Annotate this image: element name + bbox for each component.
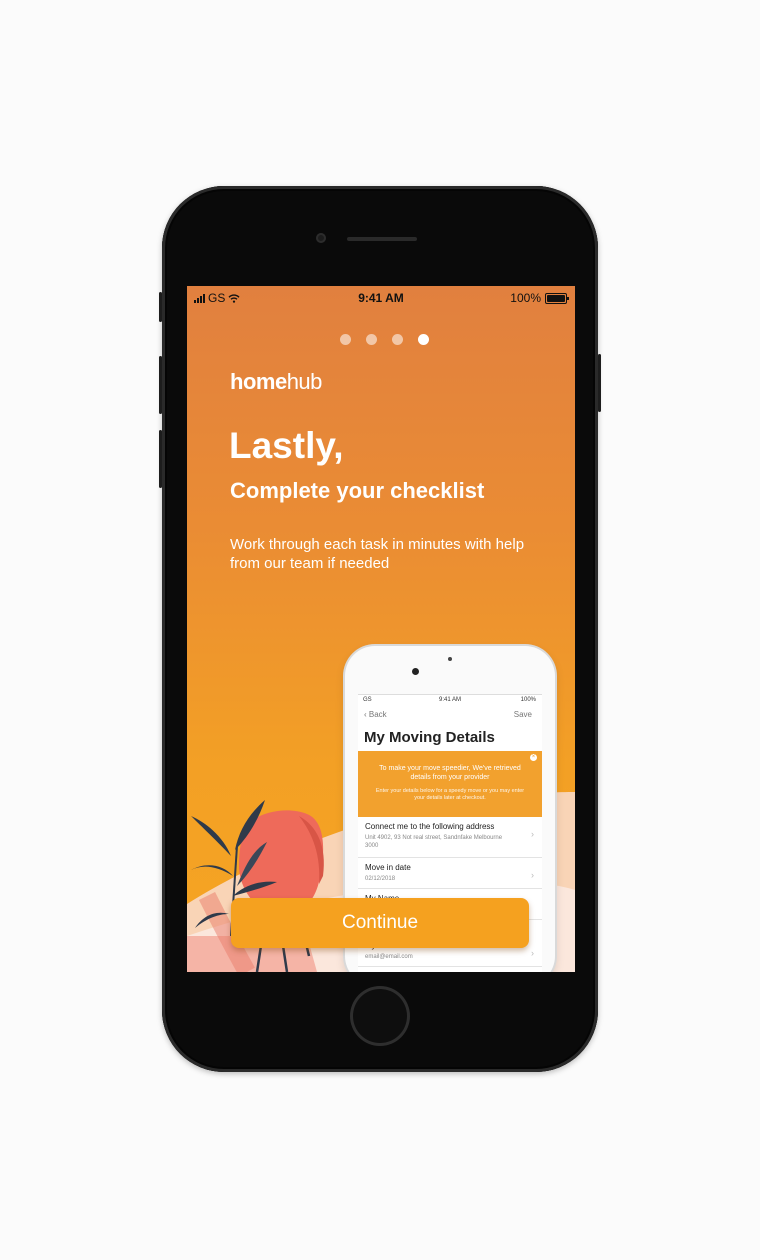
row-label: Connect me to the following address [365,822,495,831]
earpiece-speaker [347,237,417,241]
row-value: email@email.com [365,954,413,960]
volume-down-button [159,430,162,488]
page-dot-2[interactable] [366,334,377,345]
battery-percent: 100% [510,291,541,305]
power-button [598,354,601,412]
chevron-right-icon: › [531,948,534,958]
phone-frame: GS 9:41 AM 100% homehub Lastly, Complete… [159,186,601,1072]
preview-title: My Moving Details [364,729,495,746]
onboarding-screen: GS 9:41 AM 100% homehub Lastly, Complete… [187,286,575,972]
page-title: Lastly, [229,425,344,466]
row-value: 02/12/2018 [365,876,396,882]
chevron-right-icon: › [531,870,534,880]
preview-info-banner: × To make your move speedier, We've retr… [358,751,542,817]
preview-banner-headline: To make your move speedier, We've retrie… [379,765,521,781]
preview-row-address[interactable]: Connect me to the following address Unit… [358,817,542,858]
preview-battery: 100% [520,697,536,703]
front-camera [316,233,326,243]
preview-banner-body: Enter your details below for a speedy mo… [375,788,525,801]
preview-save-button[interactable]: Save [514,710,532,719]
chevron-right-icon: › [531,829,534,839]
volume-up-button [159,356,162,414]
continue-button[interactable]: Continue [231,898,529,948]
page-dot-3[interactable] [392,334,403,345]
homehub-logo: homehub [230,369,322,395]
page-dot-4-active[interactable] [418,334,429,345]
logo-bold-part: home [230,369,287,394]
page-subtitle: Complete your checklist [230,478,485,503]
mute-switch [159,292,162,322]
row-label: Move in date [365,863,411,872]
preview-back-button[interactable]: ‹ Back [364,710,387,719]
preview-row-move-date[interactable]: Move in date 02/12/2018 › [358,858,542,889]
preview-sensor [448,657,452,661]
status-bar: GS 9:41 AM 100% [187,286,575,308]
preview-time: 9:41 AM [438,697,461,703]
row-value: Unit 4902, 93 Not real street, Sandnfake… [365,835,503,849]
logo-light-part: hub [286,369,323,394]
battery-icon [545,292,569,304]
page-description: Work through each task in minutes with h… [230,536,525,572]
preview-status-bar: GS 9:41 AM 100% [358,697,542,707]
close-icon[interactable]: × [530,754,537,761]
preview-back-label: Back [368,710,387,719]
page-indicator [340,334,429,345]
page-dot-1[interactable] [340,334,351,345]
home-button[interactable] [350,986,410,1046]
preview-camera [412,668,419,675]
